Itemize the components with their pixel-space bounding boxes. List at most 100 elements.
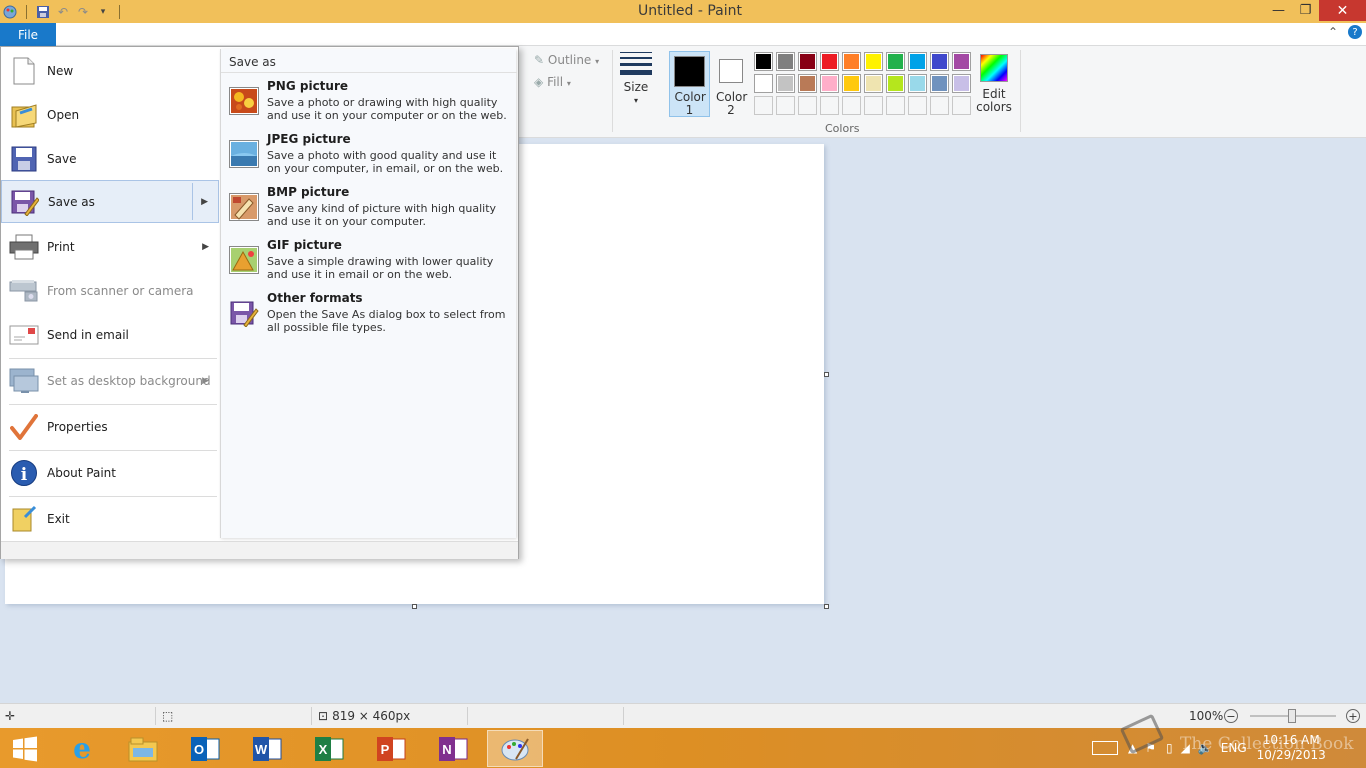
- save-as-bmp[interactable]: BMP picture Save any kind of picture wit…: [221, 185, 517, 235]
- palette-swatch[interactable]: [798, 96, 817, 115]
- edit-colors-button[interactable]: Edit colors: [976, 54, 1012, 114]
- palette-swatch[interactable]: [776, 74, 795, 93]
- taskbar-excel[interactable]: X: [301, 730, 357, 767]
- palette-swatch[interactable]: [864, 52, 883, 71]
- fill-button[interactable]: ◈ Fill ▾: [534, 76, 571, 90]
- jpeg-picture-icon: [229, 140, 259, 168]
- palette-swatch[interactable]: [754, 96, 773, 115]
- palette-swatch[interactable]: [886, 74, 905, 93]
- resize-handle-right[interactable]: [824, 372, 829, 377]
- fill-label: Fill: [547, 75, 564, 89]
- help-icon[interactable]: ?: [1348, 25, 1362, 39]
- submenu-arrow-icon[interactable]: ▶: [201, 197, 208, 207]
- menu-item-save-as[interactable]: Save as ▶: [1, 180, 219, 223]
- palette-swatch[interactable]: [842, 74, 861, 93]
- save-as-other-formats[interactable]: Other formats Open the Save As dialog bo…: [221, 291, 517, 341]
- paint-palette-icon: [501, 737, 529, 760]
- taskbar-paint[interactable]: [487, 730, 543, 767]
- palette-swatch[interactable]: [754, 74, 773, 93]
- palette-swatch[interactable]: [930, 74, 949, 93]
- outline-button[interactable]: ✎ Outline ▾: [534, 54, 599, 68]
- fill-dropdown-icon: ▾: [566, 79, 571, 88]
- palette-swatch[interactable]: [842, 96, 861, 115]
- paint-app-icon[interactable]: [0, 3, 20, 21]
- zoom-in-button[interactable]: +: [1346, 704, 1360, 728]
- taskbar-internet-explorer[interactable]: e: [54, 730, 110, 767]
- taskbar-onenote[interactable]: N: [425, 730, 481, 767]
- taskbar-file-explorer[interactable]: [115, 730, 171, 767]
- palette-swatch[interactable]: [820, 52, 839, 71]
- palette-swatch[interactable]: [952, 74, 971, 93]
- submenu-arrow-icon[interactable]: ▶: [202, 242, 209, 252]
- svg-text:O: O: [194, 742, 204, 757]
- palette-swatch[interactable]: [886, 52, 905, 71]
- color1-button[interactable]: Color 1: [669, 51, 710, 117]
- size-button[interactable]: Size ▾: [616, 52, 656, 107]
- qat-divider-2: [119, 5, 120, 19]
- palette-swatch[interactable]: [864, 74, 883, 93]
- start-button[interactable]: [0, 730, 50, 767]
- ribbon-group-divider-2: [1020, 50, 1021, 132]
- palette-swatch[interactable]: [908, 52, 927, 71]
- minimize-button[interactable]: —: [1265, 0, 1292, 21]
- menu-item-properties[interactable]: Properties: [1, 407, 219, 447]
- cursor-position-icon: ✛: [5, 709, 16, 723]
- menu-item-set-desktop-background[interactable]: Set as desktop background ▶: [1, 361, 219, 401]
- palette-swatch[interactable]: [930, 52, 949, 71]
- menu-item-new[interactable]: New: [1, 51, 219, 91]
- network-signal-icon[interactable]: ◢: [1181, 741, 1190, 755]
- save-as-gif[interactable]: GIF picture Save a simple drawing with l…: [221, 238, 517, 288]
- save-as-png[interactable]: PNG picture Save a photo or drawing with…: [221, 79, 517, 129]
- format-description: Save a photo or drawing with high qualit…: [267, 96, 507, 122]
- zoom-slider-thumb[interactable]: [1288, 709, 1296, 723]
- menu-item-open[interactable]: Open: [1, 95, 219, 135]
- minimize-ribbon-icon[interactable]: ⌃: [1328, 25, 1338, 39]
- palette-swatch[interactable]: [754, 52, 773, 71]
- palette-swatch[interactable]: [908, 74, 927, 93]
- palette-swatch[interactable]: [908, 96, 927, 115]
- menu-item-label: Exit: [47, 512, 70, 526]
- menu-item-from-scanner[interactable]: From scanner or camera: [1, 271, 219, 311]
- palette-swatch[interactable]: [864, 96, 883, 115]
- color2-button[interactable]: Color 2: [712, 51, 750, 117]
- palette-swatch[interactable]: [842, 52, 861, 71]
- palette-swatch[interactable]: [952, 96, 971, 115]
- menu-item-save[interactable]: Save: [1, 139, 219, 179]
- palette-swatch[interactable]: [952, 52, 971, 71]
- taskbar-outlook[interactable]: O: [177, 730, 233, 767]
- palette-swatch[interactable]: [798, 52, 817, 71]
- menu-item-about-paint[interactable]: i About Paint: [1, 453, 219, 493]
- restore-button[interactable]: ❐: [1292, 0, 1319, 21]
- close-button[interactable]: ✕: [1319, 0, 1366, 21]
- undo-icon[interactable]: ↶: [53, 3, 73, 21]
- palette-swatch[interactable]: [776, 96, 795, 115]
- zoom-slider[interactable]: [1250, 704, 1336, 728]
- resize-handle-corner[interactable]: [824, 604, 829, 609]
- redo-icon[interactable]: ↷: [73, 3, 93, 21]
- palette-swatch[interactable]: [930, 96, 949, 115]
- touch-keyboard-icon[interactable]: [1092, 741, 1118, 755]
- resize-handle-bottom[interactable]: [412, 604, 417, 609]
- menu-item-send-email[interactable]: Send in email: [1, 315, 219, 355]
- taskbar-powerpoint[interactable]: P: [363, 730, 419, 767]
- selection-size-icon: ⬚: [162, 709, 174, 723]
- customize-qat-icon[interactable]: ▾: [93, 3, 113, 21]
- palette-swatch[interactable]: [776, 52, 795, 71]
- palette-swatch[interactable]: [798, 74, 817, 93]
- zoom-out-button[interactable]: −: [1224, 704, 1238, 728]
- battery-icon[interactable]: ▯: [1166, 741, 1173, 755]
- menu-item-exit[interactable]: Exit: [1, 499, 219, 539]
- clock[interactable]: 10:16 AM 10/29/2013: [1257, 733, 1326, 763]
- taskbar-word[interactable]: W: [239, 730, 295, 767]
- bmp-picture-icon: [229, 193, 259, 221]
- submenu-arrow-icon[interactable]: ▶: [202, 376, 209, 386]
- save-as-jpeg[interactable]: JPEG picture Save a photo with good qual…: [221, 132, 517, 182]
- palette-swatch[interactable]: [886, 96, 905, 115]
- input-language[interactable]: ENG: [1221, 741, 1247, 755]
- palette-swatch[interactable]: [820, 74, 839, 93]
- palette-swatch[interactable]: [820, 96, 839, 115]
- save-icon[interactable]: [33, 3, 53, 21]
- menu-item-print[interactable]: Print ▶: [1, 227, 219, 267]
- file-tab[interactable]: File: [0, 23, 56, 46]
- volume-icon[interactable]: 🔈: [1198, 741, 1213, 755]
